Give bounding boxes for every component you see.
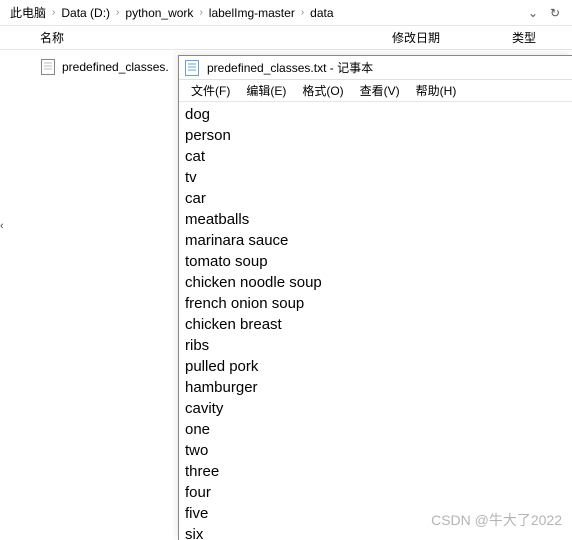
text-line: five xyxy=(185,503,566,524)
file-list-header: 名称 修改日期 类型 xyxy=(0,26,572,50)
text-line: hamburger xyxy=(185,377,566,398)
crumb-folder-1[interactable]: python_work xyxy=(121,6,197,20)
text-line: person xyxy=(185,125,566,146)
refresh-icon[interactable]: ↻ xyxy=(544,3,566,23)
text-line: one xyxy=(185,419,566,440)
text-line: marinara sauce xyxy=(185,230,566,251)
menu-format[interactable]: 格式(O) xyxy=(294,82,351,99)
column-name[interactable]: 名称 xyxy=(36,29,392,46)
breadcrumb: 此电脑 › Data (D:) › python_work › labelImg… xyxy=(0,0,572,26)
crumb-folder-3[interactable]: data xyxy=(306,6,337,20)
text-line: cat xyxy=(185,146,566,167)
chevron-right-icon: › xyxy=(197,7,204,18)
text-line: six xyxy=(185,524,566,540)
text-line: tomato soup xyxy=(185,251,566,272)
crumb-drive[interactable]: Data (D:) xyxy=(57,6,114,20)
text-line: three xyxy=(185,461,566,482)
text-file-icon xyxy=(40,59,56,75)
column-date[interactable]: 修改日期 xyxy=(392,29,512,46)
crumb-computer[interactable]: 此电脑 xyxy=(6,4,50,21)
notepad-menubar: 文件(F) 编辑(E) 格式(O) 查看(V) 帮助(H) xyxy=(179,80,572,102)
text-line: two xyxy=(185,440,566,461)
text-line: meatballs xyxy=(185,209,566,230)
text-line: four xyxy=(185,482,566,503)
text-line: tv xyxy=(185,167,566,188)
notepad-textarea[interactable]: dogpersoncattvcarmeatballsmarinara sauce… xyxy=(179,102,572,540)
chevron-right-icon: › xyxy=(299,7,306,18)
left-panel-edge: ‹ xyxy=(0,220,10,240)
menu-file[interactable]: 文件(F) xyxy=(183,82,238,99)
text-line: car xyxy=(185,188,566,209)
chevron-right-icon: › xyxy=(114,7,121,18)
notepad-titlebar[interactable]: predefined_classes.txt - 记事本 xyxy=(179,56,572,80)
crumb-folder-2[interactable]: labelImg-master xyxy=(205,6,299,20)
text-line: dog xyxy=(185,104,566,125)
text-line: chicken breast xyxy=(185,314,566,335)
menu-view[interactable]: 查看(V) xyxy=(352,82,408,99)
text-line: chicken noodle soup xyxy=(185,272,566,293)
menu-edit[interactable]: 编辑(E) xyxy=(238,82,294,99)
text-line: french onion soup xyxy=(185,293,566,314)
text-line: pulled pork xyxy=(185,356,566,377)
notepad-icon xyxy=(185,60,201,76)
column-type[interactable]: 类型 xyxy=(512,29,572,46)
text-line: ribs xyxy=(185,335,566,356)
file-name: predefined_classes. xyxy=(62,60,169,74)
notepad-title: predefined_classes.txt - 记事本 xyxy=(207,59,373,76)
text-line: cavity xyxy=(185,398,566,419)
menu-help[interactable]: 帮助(H) xyxy=(408,82,465,99)
chevron-right-icon: › xyxy=(50,7,57,18)
notepad-window: predefined_classes.txt - 记事本 文件(F) 编辑(E)… xyxy=(178,55,572,540)
chevron-down-icon[interactable]: ⌄ xyxy=(522,3,544,23)
